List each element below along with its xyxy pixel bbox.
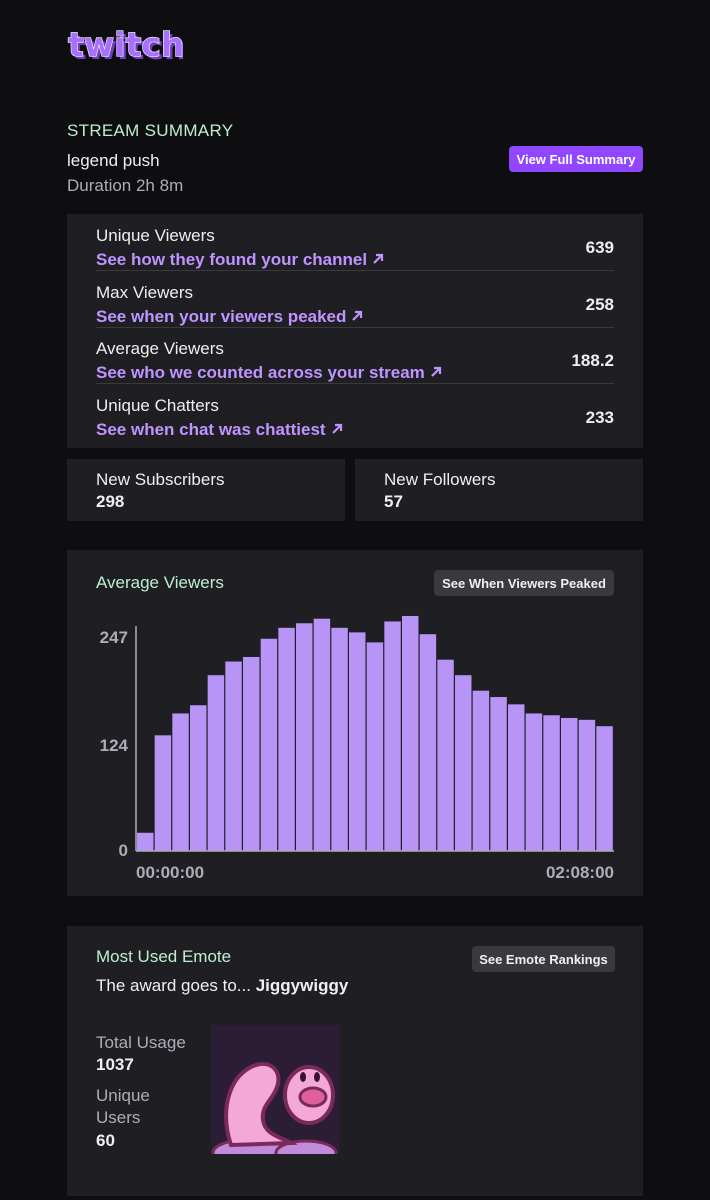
stat-row-average-viewers: Average Viewers See who we counted acros… bbox=[96, 327, 614, 384]
view-full-summary-button[interactable]: View Full Summary bbox=[509, 146, 643, 172]
y-tick-label: 0 bbox=[119, 841, 128, 860]
chart-bar bbox=[154, 735, 172, 851]
stream-stats-card: Unique Viewers See how they found your c… bbox=[67, 214, 643, 448]
emote-name: Jiggywiggy bbox=[255, 976, 349, 995]
chart-bar bbox=[225, 661, 242, 851]
external-arrow-icon bbox=[352, 310, 363, 321]
total-usage-value: 1037 bbox=[96, 1055, 134, 1074]
jiggywiggy-emote-image bbox=[211, 1025, 340, 1154]
see-emote-rankings-button[interactable]: See Emote Rankings bbox=[472, 946, 615, 972]
chart-bar bbox=[402, 615, 419, 851]
twitch-logo: twitch twitch bbox=[67, 26, 183, 67]
emote-illustration-icon bbox=[211, 1061, 338, 1154]
y-tick-label: 124 bbox=[100, 736, 129, 755]
chart-bar bbox=[561, 718, 578, 851]
chart-bar bbox=[596, 726, 613, 851]
chart-bar bbox=[525, 713, 543, 851]
stat-value: 233 bbox=[585, 408, 614, 427]
chart-bar bbox=[137, 832, 154, 851]
new-followers-card: New Followers 57 bbox=[355, 459, 643, 521]
chart-bar bbox=[543, 715, 560, 851]
chart-bar bbox=[207, 675, 225, 851]
x-tick-label: 02:08:00 bbox=[546, 863, 614, 882]
chart-bar bbox=[437, 659, 454, 851]
chart-bar bbox=[366, 642, 384, 851]
twitch-logo-text: twitch bbox=[68, 26, 183, 64]
external-arrow-icon bbox=[331, 423, 342, 434]
chart-bar bbox=[384, 621, 401, 851]
stat-label: Unique Chatters bbox=[96, 396, 219, 415]
chart-bar bbox=[331, 627, 348, 851]
stream-summary-heading: STREAM SUMMARY bbox=[67, 121, 234, 140]
average-viewers-chart: 247 124 0 00:00:00 02:08:00 bbox=[100, 615, 614, 882]
unique-users-label: Unique Users bbox=[96, 1086, 150, 1127]
emote-heading: Most Used Emote bbox=[96, 947, 232, 966]
stream-title: legend push bbox=[67, 151, 160, 170]
stat-link-text: See who we counted across your stream bbox=[96, 363, 425, 382]
stat-label: Max Viewers bbox=[96, 283, 193, 302]
chart-bar bbox=[260, 638, 278, 851]
chart-bar bbox=[278, 627, 295, 851]
stat-link-unique-viewers[interactable]: See how they found your channel bbox=[96, 250, 385, 270]
external-arrow-icon bbox=[431, 366, 441, 377]
new-subscribers-card: New Subscribers 298 bbox=[67, 459, 345, 521]
stat-label: Unique Viewers bbox=[96, 226, 215, 245]
chart-bar bbox=[190, 705, 207, 851]
stat-row-unique-viewers: Unique Viewers See how they found your c… bbox=[96, 214, 614, 271]
stat-link-text: See when your viewers peaked bbox=[96, 307, 347, 326]
new-subscribers-label: New Subscribers bbox=[96, 470, 225, 489]
chart-bar bbox=[578, 719, 596, 851]
chart-bar bbox=[472, 690, 490, 851]
stat-value: 639 bbox=[585, 238, 614, 257]
stat-row-max-viewers: Max Viewers See when your viewers peaked… bbox=[96, 271, 614, 328]
average-viewers-chart-card: Average Viewers See When Viewers Peaked … bbox=[67, 550, 643, 896]
total-usage-label: Total Usage bbox=[96, 1033, 186, 1052]
award-text: The award goes to... Jiggywiggy bbox=[96, 976, 348, 996]
stat-row-unique-chatters: Unique Chatters See when chat was chatti… bbox=[96, 384, 614, 440]
y-tick-label: 247 bbox=[100, 628, 128, 647]
stat-link-text: See how they found your channel bbox=[96, 250, 368, 269]
chart-bar bbox=[172, 713, 189, 851]
stat-link-max-viewers[interactable]: See when your viewers peaked bbox=[96, 307, 364, 327]
unique-users-value: 60 bbox=[96, 1131, 115, 1150]
chart-bar bbox=[455, 675, 472, 851]
new-followers-value: 57 bbox=[384, 492, 403, 511]
chart-bar bbox=[419, 634, 437, 851]
chart-bars bbox=[137, 615, 613, 851]
x-tick-label: 00:00:00 bbox=[136, 863, 204, 882]
chart-bar bbox=[313, 618, 331, 851]
chart-bar bbox=[490, 697, 507, 851]
new-subscribers-value: 298 bbox=[96, 492, 125, 511]
chart-bar bbox=[296, 623, 313, 851]
stat-link-average-viewers[interactable]: See who we counted across your stream bbox=[96, 363, 443, 383]
external-arrow-icon bbox=[373, 253, 384, 264]
most-used-emote-card: Most Used Emote See Emote Rankings The a… bbox=[67, 926, 643, 1196]
stat-link-unique-chatters[interactable]: See when chat was chattiest bbox=[96, 420, 344, 440]
chart-bar bbox=[349, 632, 366, 851]
stat-value: 188.2 bbox=[571, 351, 614, 370]
stat-label: Average Viewers bbox=[96, 339, 224, 358]
chart-bar bbox=[243, 656, 260, 851]
award-prefix: The award goes to... bbox=[96, 976, 251, 995]
stat-link-text: See when chat was chattiest bbox=[96, 420, 326, 439]
stream-duration: Duration 2h 8m bbox=[67, 176, 184, 195]
stat-value: 258 bbox=[585, 295, 614, 314]
new-followers-label: New Followers bbox=[384, 470, 496, 489]
chart-bar bbox=[508, 704, 525, 851]
